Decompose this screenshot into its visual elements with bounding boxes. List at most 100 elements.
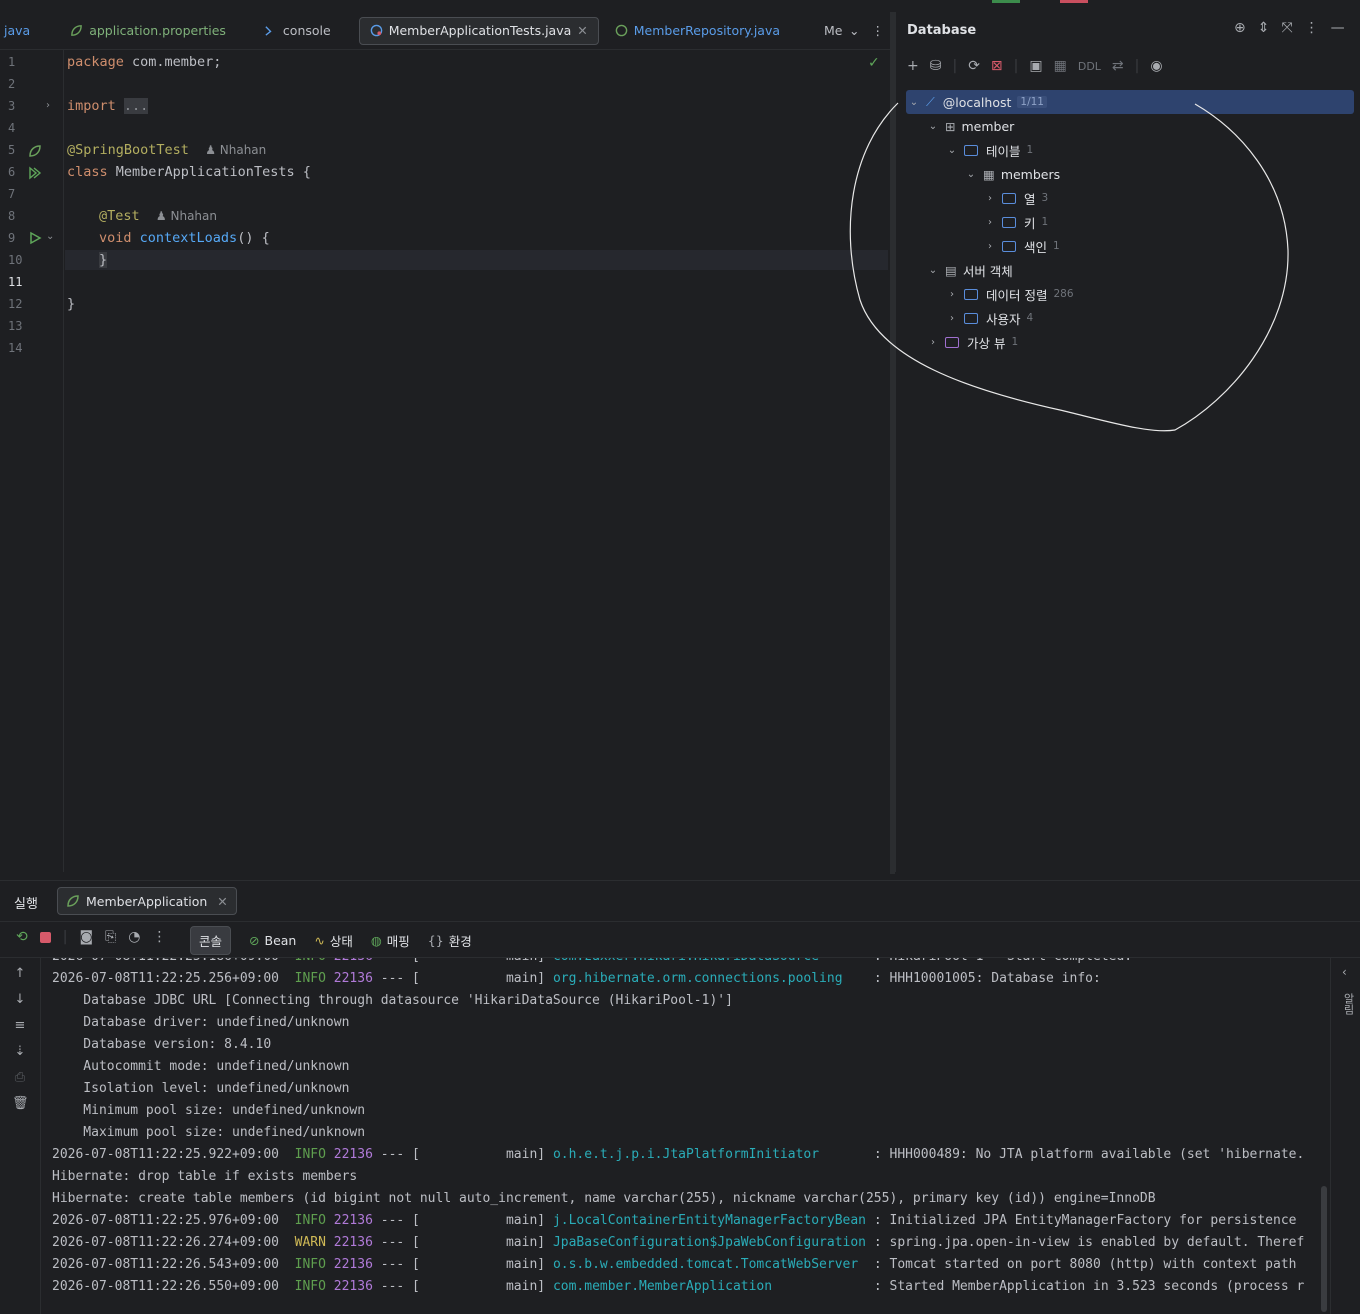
run-test-icon[interactable] xyxy=(28,231,42,245)
tree-node[interactable]: › 사용자 4 xyxy=(946,307,1033,329)
line-number: 3 xyxy=(8,99,16,113)
console-sep: --- [ main] xyxy=(372,1279,553,1294)
tree-node-label: @localhost xyxy=(942,94,1012,110)
console-ts: 2026-07-08T11:22:25.186+09:00 xyxy=(52,958,279,964)
chevron-right-icon[interactable]: › xyxy=(984,241,996,252)
chevron-down-icon[interactable]: ⌄ xyxy=(908,97,920,108)
chevron-right-icon[interactable]: › xyxy=(984,217,996,228)
chevron-right-icon[interactable]: › xyxy=(927,337,939,348)
tree-node[interactable]: › 키 1 xyxy=(984,211,1048,233)
console-icon[interactable]: ▣ xyxy=(1029,58,1042,74)
tab-member-app[interactable]: MemberApp xyxy=(808,17,843,45)
console-logger[interactable]: o.h.e.t.j.p.i.JtaPlatformInitiator xyxy=(553,1147,866,1162)
minimize-icon[interactable]: — xyxy=(1331,20,1345,36)
mysql-icon: ⟋ xyxy=(926,94,935,109)
import-fold[interactable]: ... xyxy=(123,98,149,114)
folder-icon xyxy=(964,288,978,300)
target-icon[interactable]: ⊕ xyxy=(1234,20,1246,36)
options-icon[interactable]: ⋮ xyxy=(1305,20,1319,36)
line-number: 10 xyxy=(8,253,23,267)
chevron-right-icon[interactable]: › xyxy=(946,313,958,324)
status-stripe xyxy=(1060,0,1088,3)
console-level: INFO xyxy=(294,971,326,986)
collapse-all-icon[interactable]: ⤧ xyxy=(1281,20,1292,36)
view-options-icon[interactable]: ◉ xyxy=(1150,58,1162,74)
fold-chevron-icon[interactable]: ⌄ xyxy=(46,231,54,242)
subtab-environment[interactable]: {} 환경 xyxy=(428,931,472,950)
subtab-bean[interactable]: ⊘ Bean xyxy=(249,933,296,948)
more-icon[interactable]: ⋮ xyxy=(152,929,166,945)
subtab-console[interactable]: 콘솔 xyxy=(190,926,232,955)
refresh-icon[interactable]: ⟳ xyxy=(968,58,980,74)
chevron-down-icon[interactable]: ⌄ xyxy=(927,265,939,276)
export-icon[interactable]: ⎘ xyxy=(105,929,116,945)
chevron-down-icon[interactable]: ⌄ xyxy=(965,169,977,180)
tree-node-count: 286 xyxy=(1053,288,1074,300)
virtual-view-folder-icon xyxy=(945,336,959,348)
tab-application-properties[interactable]: application.properties xyxy=(60,17,236,45)
stop-icon[interactable] xyxy=(39,931,51,943)
tab-member-repository[interactable]: MemberRepository.java xyxy=(605,17,790,45)
console-logger[interactable]: com.member.MemberApplication xyxy=(553,1279,866,1294)
console-icon xyxy=(265,26,272,36)
more-tabs-icon[interactable]: ⋮ xyxy=(866,17,891,45)
rerun-icon[interactable]: ⟲ xyxy=(16,929,28,945)
console-logger[interactable]: com.zaxxer.hikari.HikariDataSource xyxy=(553,958,866,964)
tree-node[interactable]: ⌄ ⟋ @localhost 1/11 xyxy=(908,91,1047,113)
tree-node[interactable]: ⌄ ⊞ member xyxy=(927,115,1015,137)
run-all-tests-icon[interactable] xyxy=(28,166,42,180)
tree-node-label: member xyxy=(961,118,1015,134)
console-logger[interactable]: j.LocalContainerEntityManagerFactoryBean xyxy=(553,1213,866,1228)
tree-node[interactable]: › 색인 1 xyxy=(984,235,1060,257)
tab-label: MemberApp xyxy=(824,23,843,38)
jump-icon[interactable]: ⇄ xyxy=(1112,58,1124,74)
chevron-down-icon[interactable]: ⌄ xyxy=(946,145,958,156)
tab-member-application-tests[interactable]: MemberApplicationTests.java ✕ xyxy=(358,16,599,45)
camera-icon[interactable]: ◙ xyxy=(79,929,93,945)
tree-node[interactable]: ⌄ 테이블 1 xyxy=(946,139,1033,161)
tree-node[interactable]: ⌄ ▦ members xyxy=(965,163,1060,185)
profiler-icon[interactable]: ◔ xyxy=(128,929,140,945)
disconnect-icon[interactable]: ⊠ xyxy=(991,58,1003,74)
table-icon[interactable]: ▦ xyxy=(1054,58,1067,74)
inspection-ok-icon[interactable]: ✓ xyxy=(868,55,880,71)
code-editor[interactable]: 1 2 3 4 5 6 7 8 9 10 11 12 13 14 › ⌄ ✓ package com.me… xyxy=(0,50,890,872)
subtab-health[interactable]: ∿ 상태 xyxy=(314,931,353,950)
fold-chevron-icon[interactable]: › xyxy=(46,100,50,111)
run-tab-member-application[interactable]: MemberApplication ✕ xyxy=(57,887,237,915)
author-hint[interactable]: ♟ Nhahan xyxy=(156,209,217,223)
tree-node-label: members xyxy=(1000,166,1061,182)
tab-java[interactable]: java xyxy=(0,17,40,45)
console-line: 2026-07-08T11:22:25.976+09:00 INFO 22136… xyxy=(52,1213,1296,1228)
add-icon[interactable]: + xyxy=(907,58,919,74)
tree-node[interactable]: › 데이터 정렬 286 xyxy=(946,283,1074,305)
tree-node[interactable]: ⌄ ▤ 서버 객체 xyxy=(927,259,1013,281)
notifications-label[interactable]: 알림 xyxy=(1340,993,1356,1015)
chevron-right-icon[interactable]: › xyxy=(984,193,996,204)
close-tab-icon[interactable]: ✕ xyxy=(577,23,587,38)
tree-node[interactable]: › 열 3 xyxy=(984,187,1048,209)
datasource-icon[interactable]: ⛁ xyxy=(930,58,942,74)
tree-node[interactable]: › 가상 뷰 1 xyxy=(927,331,1018,353)
mapping-icon: ◍ xyxy=(370,933,382,948)
console-logger[interactable]: org.hibernate.orm.connections.pooling xyxy=(553,971,866,986)
tree-node-count: 4 xyxy=(1026,312,1034,324)
console-msg: : HHH000489: No JTA platform available (… xyxy=(866,1147,1305,1162)
console-logger[interactable]: o.s.b.w.embedded.tomcat.TomcatWebServer xyxy=(553,1257,866,1272)
spring-bean-icon[interactable] xyxy=(28,144,42,158)
tab-console[interactable]: console xyxy=(254,17,341,45)
author-hint[interactable]: ♟ Nhahan xyxy=(205,143,266,157)
tab-list-chevron-icon[interactable]: ⌄ xyxy=(843,17,865,45)
console-logger[interactable]: JpaBaseConfiguration$JpaWebConfiguration xyxy=(553,1235,866,1250)
chevron-right-icon[interactable]: › xyxy=(946,289,958,300)
collapse-side-icon[interactable]: ‹ xyxy=(1342,965,1347,979)
console-line: 2026-07-08T11:22:25.922+09:00 INFO 22136… xyxy=(52,1147,1304,1162)
console-output[interactable]: 2026-07-08T11:22:25.186+09:00 INFO 22136… xyxy=(0,958,1328,1314)
subtab-mappings[interactable]: ◍ 매핑 xyxy=(371,931,410,950)
folder-icon xyxy=(964,144,978,156)
console-line: 2026-07-08T11:22:26.543+09:00 INFO 22136… xyxy=(52,1257,1296,1272)
ddl-button[interactable]: DDL xyxy=(1078,60,1101,73)
expand-collapse-icon[interactable]: ⇕ xyxy=(1258,20,1270,36)
close-run-tab-icon[interactable]: ✕ xyxy=(217,894,227,909)
chevron-down-icon[interactable]: ⌄ xyxy=(927,121,939,132)
